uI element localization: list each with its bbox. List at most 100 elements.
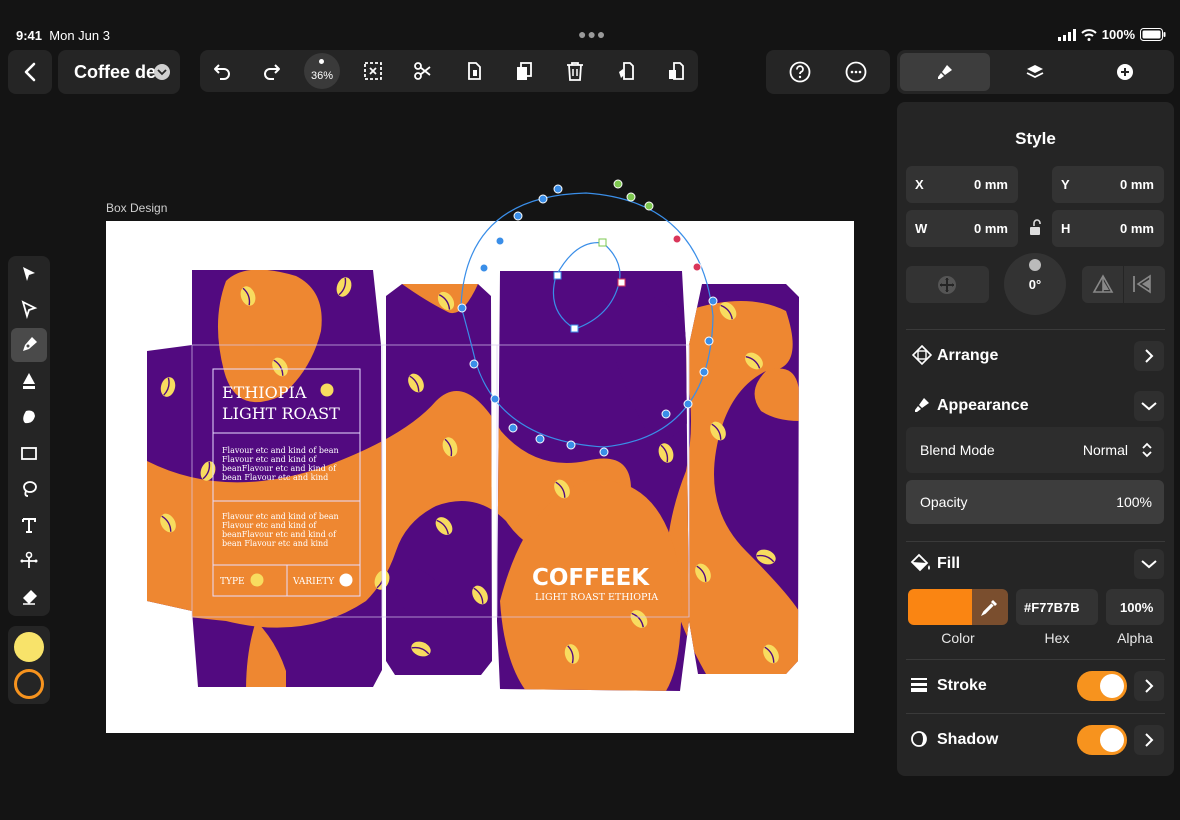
- y-field[interactable]: Y 0 mm: [1052, 166, 1164, 203]
- tab-style[interactable]: [900, 53, 990, 91]
- color-caption: Color: [941, 630, 975, 646]
- description-line: beanFlavour etc and kind of: [222, 464, 337, 473]
- blend-mode-value: Normal: [1082, 442, 1128, 458]
- description-line: Flavour etc and kind of bean: [222, 446, 339, 455]
- w-label: W: [915, 221, 928, 236]
- opacity-label: Opacity: [920, 494, 968, 510]
- brush-tool[interactable]: [11, 400, 47, 434]
- shadow-icon: [911, 731, 927, 747]
- tab-layers[interactable]: [990, 53, 1080, 91]
- paste-button[interactable]: [504, 50, 544, 92]
- stroke-toggle[interactable]: [1077, 671, 1127, 701]
- fill-color-swatch[interactable]: [908, 589, 972, 625]
- eyedropper-button[interactable]: [972, 589, 1008, 625]
- arrange-title: Arrange: [937, 347, 999, 364]
- stroke-lines-icon: [911, 678, 927, 692]
- style-panel: Style X 0 mm Y 0 mm W 0 mm H 0 mm 0° Arr…: [897, 102, 1174, 776]
- lasso-tool[interactable]: [11, 472, 47, 506]
- artboard-canvas[interactable]: ETHIOPIA LIGHT ROAST Flavour etc and kin…: [106, 179, 854, 733]
- stroke-swatch[interactable]: [14, 669, 44, 699]
- tab-add[interactable]: [1080, 53, 1170, 91]
- y-value: 0 mm: [1120, 177, 1154, 192]
- shadow-expand-button[interactable]: [1134, 725, 1164, 755]
- fill-swatch[interactable]: [14, 632, 44, 662]
- direct-select-tool[interactable]: [11, 292, 47, 326]
- scissors-tool[interactable]: [11, 544, 47, 578]
- status-bar: 9:41 Mon Jun 3 ●●● 100%: [0, 0, 1180, 44]
- description-line: bean Flavour etc and kind: [222, 539, 328, 548]
- delete-button[interactable]: [555, 50, 595, 92]
- undo-icon: [214, 64, 230, 80]
- move-button[interactable]: [906, 266, 989, 303]
- undo-button[interactable]: [202, 50, 242, 92]
- separator: [906, 659, 1165, 660]
- rectangle-tool[interactable]: [11, 436, 47, 470]
- fill-collapse-button[interactable]: [1134, 549, 1164, 579]
- brush-tool-icon: [23, 410, 35, 424]
- lock-icon[interactable]: [1028, 219, 1044, 237]
- scissors-tool-icon: [20, 551, 38, 568]
- back-button[interactable]: [8, 50, 52, 94]
- description-line: Flavour etc and kind of: [222, 455, 317, 464]
- eraser-tool[interactable]: [11, 580, 47, 614]
- inner-anchor[interactable]: [598, 238, 607, 247]
- box-design-artwork[interactable]: ETHIOPIA LIGHT ROAST Flavour etc and kin…: [106, 179, 854, 733]
- duplicate-icon: [669, 62, 684, 80]
- rotation-dial[interactable]: 0°: [1004, 253, 1066, 315]
- opacity-slider[interactable]: Opacity 100%: [906, 480, 1164, 524]
- appearance-collapse-button[interactable]: [1134, 391, 1164, 421]
- x-field[interactable]: X 0 mm: [906, 166, 1018, 203]
- cut-button[interactable]: [403, 50, 443, 92]
- description-line: bean Flavour etc and kind: [222, 473, 328, 482]
- y-label: Y: [1061, 177, 1070, 192]
- rectangle-icon: [21, 447, 37, 460]
- blend-mode-select[interactable]: Blend Mode Normal: [906, 427, 1164, 473]
- pencil-tool[interactable]: [11, 364, 47, 398]
- shadow-toggle[interactable]: [1077, 725, 1127, 755]
- battery-icon: [1140, 28, 1166, 41]
- brand-subtitle: LIGHT ROAST ETHIOPIA: [535, 592, 658, 603]
- inner-anchor[interactable]: [617, 278, 626, 287]
- flip-vertical-icon[interactable]: [1092, 274, 1114, 294]
- flip-horizontal-icon[interactable]: [1132, 274, 1154, 294]
- green-handles[interactable]: [613, 179, 654, 211]
- separator: [906, 329, 1165, 330]
- inner-anchor[interactable]: [553, 271, 562, 280]
- w-field[interactable]: W 0 mm: [906, 210, 1018, 247]
- select-tool[interactable]: [11, 257, 47, 291]
- stroke-expand-button[interactable]: [1134, 671, 1164, 701]
- zoom-control[interactable]: 36%: [304, 53, 340, 89]
- variety-label: VARIETY: [292, 577, 335, 587]
- hex-field[interactable]: #F77B7B: [1016, 589, 1098, 625]
- inner-anchor[interactable]: [570, 324, 579, 333]
- h-value: 0 mm: [1120, 221, 1154, 236]
- panel-title: Style: [1015, 129, 1056, 148]
- h-field[interactable]: H 0 mm: [1052, 210, 1164, 247]
- type-label: TYPE: [220, 577, 245, 587]
- document-title-menu[interactable]: Coffee de: [58, 50, 180, 94]
- tools-sidebar: [8, 256, 50, 616]
- alpha-field[interactable]: 100%: [1106, 589, 1164, 625]
- duplicate-button[interactable]: [656, 50, 696, 92]
- deselect-button[interactable]: [353, 50, 393, 92]
- nib-icon: [23, 373, 35, 389]
- eyedropper-icon: [980, 600, 997, 617]
- pen-tool[interactable]: [11, 328, 47, 362]
- chevron-right-icon: [1145, 679, 1154, 693]
- rotation-knob[interactable]: [1029, 259, 1041, 271]
- paste-style-button[interactable]: [606, 50, 646, 92]
- text-tool[interactable]: [11, 508, 47, 542]
- arrange-expand-button[interactable]: [1134, 341, 1164, 371]
- pen-icon: [23, 337, 37, 351]
- help-button[interactable]: [780, 51, 820, 93]
- copy-button[interactable]: [454, 50, 494, 92]
- redo-button[interactable]: [252, 50, 292, 92]
- brush-icon: [938, 65, 952, 79]
- more-icon: [845, 61, 867, 83]
- status-indicators: 100%: [1057, 27, 1166, 42]
- multitasking-dots-icon[interactable]: ●●●: [578, 26, 606, 42]
- layers-icon: [1026, 65, 1044, 79]
- document-title: Coffee de: [74, 62, 157, 82]
- more-button[interactable]: [836, 51, 876, 93]
- direct-select-icon: [21, 300, 38, 319]
